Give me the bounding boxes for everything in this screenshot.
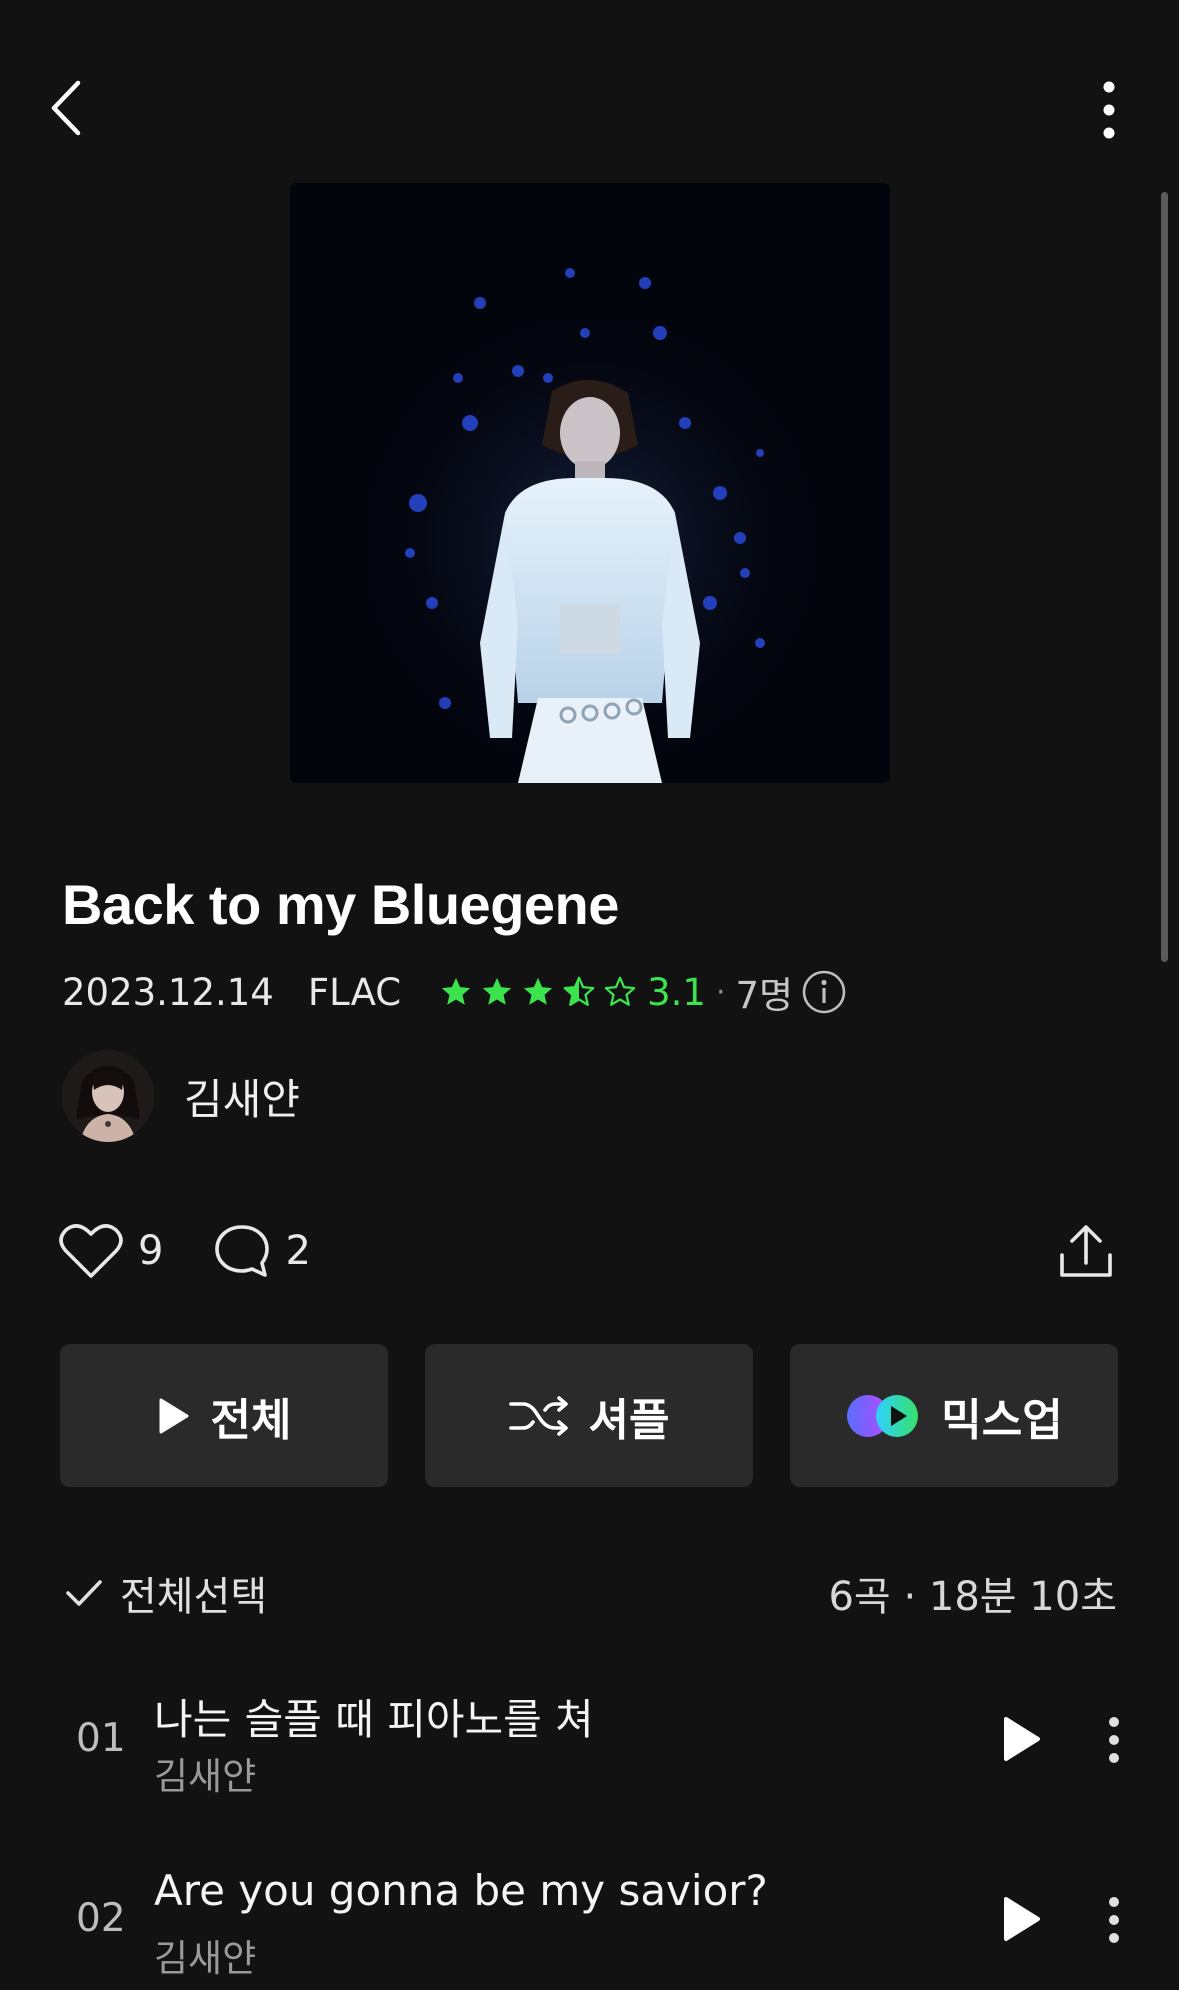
select-all-label: 전체선택 (120, 1574, 268, 1620)
album-cover-image (290, 183, 890, 783)
play-all-button[interactable]: 전체 (60, 1344, 388, 1487)
chevron-left-icon (51, 80, 81, 136)
list-item[interactable]: 01 나는 슬플 때 피아노를 쳐 김새얀 (0, 1660, 1179, 1810)
track-artist: 김새얀 (154, 1755, 257, 1798)
play-icon[interactable] (1000, 1714, 1044, 1764)
track-title: 나는 슬플 때 피아노를 쳐 (154, 1695, 594, 1744)
mixup-button[interactable]: 믹스업 (790, 1344, 1118, 1487)
rating-stars[interactable] (439, 975, 637, 1009)
track-number: 01 (76, 1716, 126, 1761)
album-title: Back to my Bluegene (62, 873, 619, 936)
share-button[interactable] (1050, 1216, 1122, 1288)
shuffle-icon (508, 1395, 568, 1436)
play-icon[interactable] (1000, 1894, 1044, 1944)
social-row: 9 2 (58, 1222, 311, 1280)
more-vertical-icon[interactable] (1098, 1716, 1130, 1764)
star-filled-icon (441, 977, 471, 1005)
like-count: 9 (138, 1228, 164, 1274)
mixup-label: 믹스업 (941, 1394, 1063, 1446)
track-summary: 6곡 · 18분 10초 (828, 1574, 1117, 1620)
star-empty-icon (604, 976, 636, 1006)
comment-icon[interactable] (213, 1223, 271, 1279)
share-icon (1060, 1225, 1112, 1277)
album-meta: 2023.12.14 FLAC 3.1 · 7명 (62, 966, 847, 1018)
track-number: 02 (76, 1896, 126, 1941)
star-filled-icon (523, 977, 553, 1005)
album-cover[interactable] (290, 183, 890, 783)
rating-count: 7명 (735, 974, 794, 1017)
mixup-icon (847, 1394, 919, 1437)
list-item[interactable]: 02 Are you gonna be my savior? 김새얀 (0, 1840, 1179, 1990)
more-options-button[interactable] (1084, 70, 1134, 150)
release-date: 2023.12.14 (62, 970, 274, 1014)
star-half-icon (563, 976, 595, 1006)
back-button[interactable] (34, 68, 98, 148)
shuffle-label: 셔플 (588, 1394, 670, 1446)
scrollbar[interactable] (1161, 192, 1168, 962)
checkmark-icon (66, 1580, 102, 1606)
info-icon[interactable] (801, 969, 847, 1015)
star-filled-icon (482, 977, 512, 1005)
play-icon (159, 1398, 189, 1433)
more-vertical-icon[interactable] (1098, 1896, 1130, 1944)
play-all-label: 전체 (210, 1394, 292, 1446)
artist-row[interactable]: 김새얀 (62, 1050, 300, 1142)
more-vertical-icon (1103, 81, 1115, 139)
artist-avatar (62, 1050, 154, 1142)
select-all-toggle[interactable]: 전체선택 (64, 1564, 267, 1622)
heart-icon[interactable] (58, 1222, 124, 1280)
rating-score: 3.1 (647, 970, 706, 1014)
track-title: Are you gonna be my savior? (154, 1866, 768, 1915)
audio-format: FLAC (307, 970, 402, 1014)
shuffle-button[interactable]: 셔플 (425, 1344, 753, 1487)
artist-name: 김새얀 (184, 1074, 300, 1124)
comment-count: 2 (285, 1228, 311, 1274)
